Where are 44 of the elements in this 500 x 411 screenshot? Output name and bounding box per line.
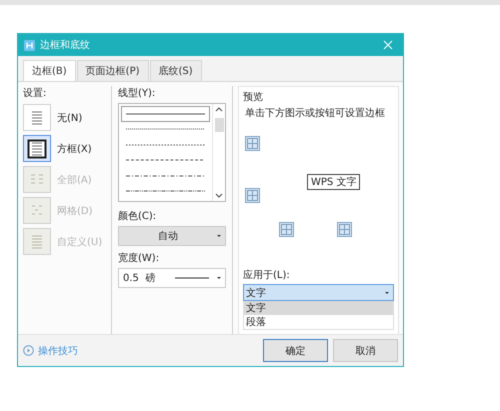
window-title: 边框和底纹: [40, 38, 91, 52]
preview-hint: 单击下方图示或按钮可设置边框: [244, 106, 386, 120]
line-sample-icon: [126, 174, 205, 178]
line-sample-icon: [126, 112, 205, 116]
border-toggle-button[interactable]: [245, 188, 260, 203]
setting-label: 网格(D): [57, 204, 93, 218]
line-sample-icon: [126, 127, 205, 132]
setting-label: 方框(X): [57, 142, 92, 156]
line-style-option[interactable]: [121, 106, 210, 122]
tab[interactable]: 底纹(S): [150, 60, 202, 81]
table-grid-icon: [247, 190, 258, 201]
apply-to-label: 应用于(L):: [243, 268, 291, 282]
tab[interactable]: 页面边框(P): [76, 60, 149, 81]
border-toggle-button[interactable]: [245, 136, 260, 151]
table-grid-icon: [281, 224, 292, 235]
border-toggle-button[interactable]: [279, 222, 294, 237]
preview-sample-text: WPS 文字: [307, 174, 360, 190]
setting-label: 全部(A): [57, 174, 92, 186]
width-dropdown[interactable]: 0.5 磅: [118, 268, 226, 288]
width-label: 宽度(W):: [118, 252, 160, 265]
cancel-button[interactable]: 取消: [333, 339, 398, 362]
line-sample-icon: [126, 189, 205, 194]
dropdown-option[interactable]: 文字: [244, 301, 393, 315]
settings-label: 设置:: [23, 86, 48, 100]
line-sample-icon: [126, 158, 205, 162]
line-style-label: 线型(Y):: [118, 86, 156, 100]
line-sample-icon: [175, 277, 209, 279]
ok-button[interactable]: 确定: [263, 339, 328, 362]
color-dropdown[interactable]: 自动: [118, 226, 226, 246]
apply-to-dropdown[interactable]: 文字: [243, 284, 394, 301]
tab[interactable]: 边框(B): [23, 60, 76, 81]
preview-label: 预览: [243, 91, 264, 104]
border-setting-icon[interactable]: [23, 135, 51, 162]
table-grid-icon: [339, 224, 350, 235]
setting-label: 自定义(U): [57, 236, 102, 248]
app-logo-icon: [24, 40, 35, 50]
line-sample-icon: [126, 142, 205, 147]
table-grid-icon: [247, 138, 258, 149]
close-icon: [383, 40, 393, 50]
setting-label: 无(N): [57, 112, 82, 124]
scrollbar-thumb[interactable]: [214, 118, 224, 132]
border-toggle-button[interactable]: [337, 222, 352, 237]
color-label: 颜色(C):: [118, 210, 158, 223]
play-circle-icon: [23, 345, 34, 356]
